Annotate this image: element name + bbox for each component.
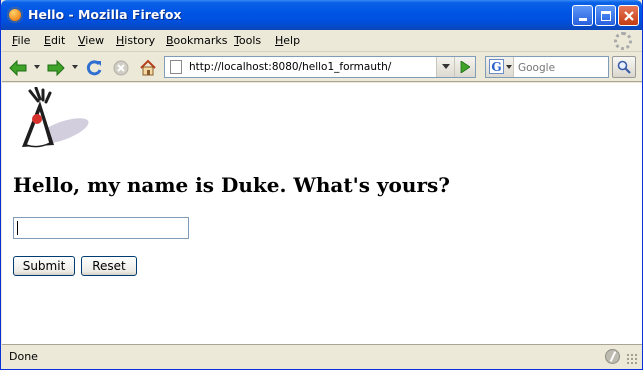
url-history-dropdown[interactable] [436, 57, 454, 77]
connection-status-icon[interactable] [605, 349, 620, 364]
duke-mascot-image [22, 87, 89, 148]
minimize-icon [578, 18, 587, 21]
search-engine-selector[interactable]: G [486, 57, 514, 77]
search-button[interactable] [612, 56, 636, 78]
go-button[interactable] [454, 57, 475, 77]
back-history-dropdown-icon[interactable] [34, 65, 40, 69]
menu-edit[interactable]: Edit [44, 34, 65, 47]
text-caret [17, 221, 18, 235]
forward-arrow-icon [47, 59, 65, 77]
engine-dropdown-icon [506, 65, 512, 69]
go-arrow-icon [460, 61, 470, 73]
url-bar[interactable]: http://localhost:8080/hello1_formauth/ [164, 56, 476, 78]
google-logo-icon: G [489, 59, 504, 74]
home-icon [140, 59, 156, 76]
minimize-button[interactable] [572, 5, 593, 26]
menu-history[interactable]: History [116, 34, 155, 47]
reset-button[interactable]: Reset [81, 256, 137, 276]
menu-tools[interactable]: Tools [234, 34, 261, 47]
page-content: Hello, my name is Duke. What's yours? Su… [2, 83, 642, 344]
close-icon [623, 10, 634, 21]
stop-button[interactable] [111, 58, 131, 78]
status-text: Done [9, 350, 38, 363]
menu-bookmarks[interactable]: Bookmarks [166, 34, 227, 47]
reload-icon [86, 60, 102, 76]
reload-button[interactable] [84, 58, 104, 78]
navigation-toolbar: http://localhost:8080/hello1_formauth/ G [2, 53, 642, 82]
stop-icon [113, 60, 129, 76]
chevron-down-icon [441, 64, 450, 69]
back-button[interactable] [8, 58, 28, 78]
forward-history-dropdown-icon[interactable] [72, 65, 78, 69]
resize-grip-icon[interactable] [626, 353, 639, 366]
menu-file[interactable]: File [12, 34, 30, 47]
menu-bar: File Edit View History Bookmarks Tools H… [2, 30, 642, 52]
search-input[interactable] [518, 57, 606, 77]
name-input[interactable] [13, 217, 189, 239]
home-button[interactable] [138, 58, 158, 78]
maximize-icon [600, 10, 611, 21]
close-button[interactable] [618, 5, 639, 26]
back-arrow-icon [9, 59, 27, 77]
url-text[interactable]: http://localhost:8080/hello1_formauth/ [189, 61, 391, 73]
status-bar: Done [2, 344, 642, 369]
maximize-button[interactable] [595, 5, 616, 26]
firefox-icon [7, 7, 23, 23]
window-title: Hello - Mozilla Firefox [28, 7, 182, 22]
submit-button[interactable]: Submit [13, 256, 75, 276]
forward-button[interactable] [46, 58, 66, 78]
title-bar[interactable]: Hello - Mozilla Firefox [1, 0, 642, 30]
activity-throbber-icon [614, 32, 632, 50]
page-heading: Hello, my name is Duke. What's yours? [13, 173, 450, 197]
menu-view[interactable]: View [78, 34, 104, 47]
page-icon [170, 60, 182, 74]
magnifier-icon [617, 60, 631, 74]
browser-window: Hello - Mozilla Firefox File Edit View H… [0, 0, 643, 370]
menu-help[interactable]: Help [275, 34, 300, 47]
search-bar: G [485, 56, 609, 78]
